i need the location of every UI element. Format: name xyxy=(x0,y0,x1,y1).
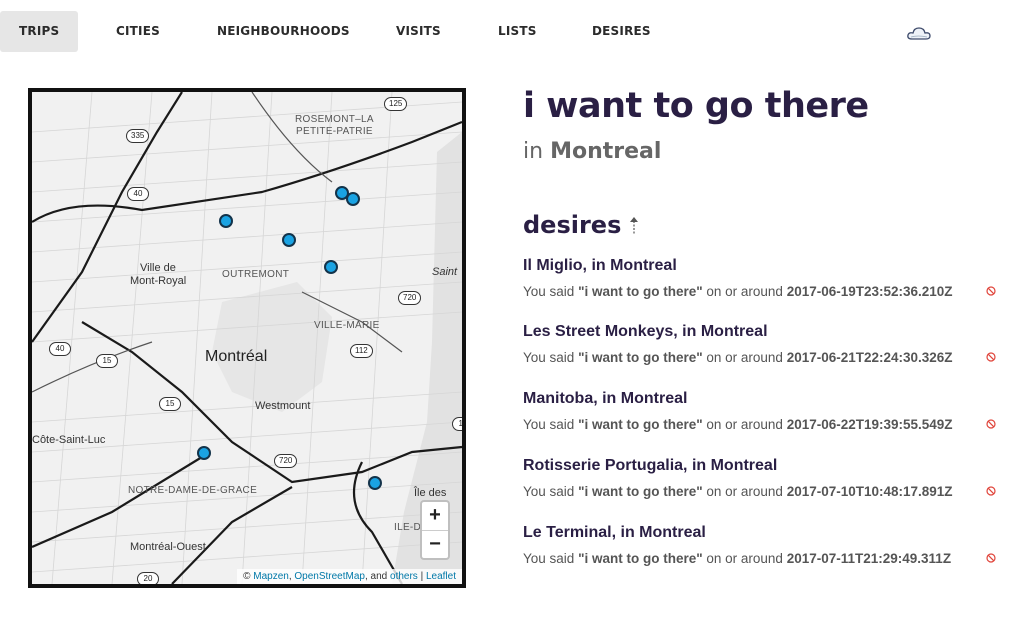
desire-date: 2017-07-10T10:48:17.891Z xyxy=(786,484,953,499)
map-marker[interactable] xyxy=(324,260,338,274)
map-label-montreal: Montréal xyxy=(205,348,268,365)
route-shield: 720 xyxy=(274,454,298,468)
desire-place-link[interactable]: Les Street Monkeys, in Montreal xyxy=(523,323,1003,341)
route-shield: 10 xyxy=(452,417,462,431)
map-label-montreal-ouest: Montréal-Ouest xyxy=(130,541,206,553)
route-shield: 125 xyxy=(384,97,408,111)
desire-around: on or around xyxy=(702,551,787,566)
zoom-in-button[interactable]: + xyxy=(422,502,448,530)
nav-neighbourhoods[interactable]: NEIGHBOURHOODS xyxy=(217,11,350,52)
desire-prefix: You said xyxy=(523,284,579,299)
route-shield: 40 xyxy=(49,342,71,356)
leaflet-link[interactable]: Leaflet xyxy=(426,571,456,582)
desire-around: on or around xyxy=(702,484,787,499)
map-label-ndg: NOTRE-DAME-DE-GRACE xyxy=(128,485,258,496)
remove-icon[interactable] xyxy=(986,486,996,496)
page-subtitle: in Montreal xyxy=(523,139,661,164)
remove-icon[interactable] xyxy=(986,352,996,362)
map-label-ile-des: Île des xyxy=(414,487,447,499)
map-marker[interactable] xyxy=(368,476,382,490)
desire-place-link[interactable]: Rotisserie Portugalia, in Montreal xyxy=(523,457,1003,475)
remove-icon[interactable] xyxy=(986,553,996,563)
desire-quote: "i want to go there" xyxy=(578,551,703,566)
top-nav: TRIPS CITIES NEIGHBOURHOODS VISITS LISTS… xyxy=(0,10,1013,52)
desire-date: 2017-07-11T21:29:49.311Z xyxy=(786,551,952,566)
copyright-symbol: © xyxy=(243,571,251,582)
page-title: i want to go there xyxy=(523,86,869,126)
desire-quote: "i want to go there" xyxy=(578,484,703,499)
map-label-saint: Saint xyxy=(432,266,458,278)
desire-quote: "i want to go there" xyxy=(578,350,703,365)
desire-prefix: You said xyxy=(523,484,579,499)
zoom-out-button[interactable]: − xyxy=(422,530,448,558)
desire-item: Rotisserie Portugalia, in Montreal You s… xyxy=(523,457,1003,499)
openstreetmap-link[interactable]: OpenStreetMap xyxy=(294,571,365,582)
map-label-ville-de: Ville de xyxy=(140,262,176,274)
route-shield: 15 xyxy=(159,397,181,411)
route-shield: 40 xyxy=(127,187,149,201)
cloud-icon[interactable] xyxy=(906,24,932,42)
desire-meta: You said "i want to go there" on or arou… xyxy=(523,350,1003,365)
route-shield: 112 xyxy=(350,344,373,358)
map-label-outremont: OUTREMONT xyxy=(222,269,290,280)
remove-icon[interactable] xyxy=(986,286,996,296)
desire-place-link[interactable]: Le Terminal, in Montreal xyxy=(523,524,1003,542)
desire-date: 2017-06-22T19:39:55.549Z xyxy=(786,417,953,432)
map-label-cote-saint-luc: Côte-Saint-Luc xyxy=(32,434,106,446)
others-link[interactable]: others xyxy=(390,571,418,582)
zoom-control: + − xyxy=(420,500,450,560)
map-label-ville-marie: VILLE-MARIE xyxy=(314,320,380,331)
attribution-sep: , and xyxy=(364,571,391,582)
arrow-up-icon[interactable] xyxy=(628,215,640,237)
subtitle-prefix: in xyxy=(523,139,551,164)
desire-quote: "i want to go there" xyxy=(578,417,703,432)
nav-visits[interactable]: VISITS xyxy=(396,11,441,52)
desires-heading: desires xyxy=(523,211,622,239)
desire-around: on or around xyxy=(702,284,787,299)
desire-place-link[interactable]: Il Miglio, in Montreal xyxy=(523,257,1003,275)
desire-date: 2017-06-21T22:24:30.326Z xyxy=(786,350,953,365)
map-marker[interactable] xyxy=(219,214,233,228)
desire-item: Manitoba, in Montreal You said "i want t… xyxy=(523,390,1003,432)
desire-quote: "i want to go there" xyxy=(578,284,703,299)
subtitle-city[interactable]: Montreal xyxy=(550,139,661,164)
desire-around: on or around xyxy=(702,417,787,432)
nav-desires[interactable]: DESIRES xyxy=(592,11,651,52)
desire-prefix: You said xyxy=(523,417,579,432)
route-shield: 720 xyxy=(398,291,422,305)
map-label-westmount: Westmount xyxy=(255,400,311,412)
map-marker[interactable] xyxy=(346,192,360,206)
desire-item: Les Street Monkeys, in Montreal You said… xyxy=(523,323,1003,365)
desire-meta: You said "i want to go there" on or arou… xyxy=(523,417,1003,432)
map-tiles[interactable] xyxy=(32,92,462,584)
desire-meta: You said "i want to go there" on or arou… xyxy=(523,484,1003,499)
nav-trips[interactable]: TRIPS xyxy=(0,11,78,52)
map-attribution: © Mapzen, OpenStreetMap, and others | Le… xyxy=(237,569,462,584)
desire-meta: You said "i want to go there" on or arou… xyxy=(523,551,1003,566)
desire-place-link[interactable]: Manitoba, in Montreal xyxy=(523,390,1003,408)
map-label-petite-patrie: PETITE-PATRIE xyxy=(296,126,373,137)
remove-icon[interactable] xyxy=(986,419,996,429)
mapzen-link[interactable]: Mapzen xyxy=(253,571,289,582)
desire-around: on or around xyxy=(702,350,787,365)
desire-date: 2017-06-19T23:52:36.210Z xyxy=(786,284,953,299)
desire-prefix: You said xyxy=(523,551,579,566)
map-label-mont-royal: Mont-Royal xyxy=(130,275,187,287)
route-shield: 335 xyxy=(126,129,150,143)
desire-item: Le Terminal, in Montreal You said "i wan… xyxy=(523,524,1003,566)
desire-prefix: You said xyxy=(523,350,579,365)
nav-cities[interactable]: CITIES xyxy=(116,11,160,52)
desire-meta: You said "i want to go there" on or arou… xyxy=(523,284,1003,299)
route-shield: 20 xyxy=(137,572,159,584)
map-marker[interactable] xyxy=(197,446,211,460)
nav-lists[interactable]: LISTS xyxy=(498,11,537,52)
map-marker[interactable] xyxy=(282,233,296,247)
desire-item: Il Miglio, in Montreal You said "i want … xyxy=(523,257,1003,299)
map-label-rosemont: ROSEMONT–LA xyxy=(295,114,374,125)
attribution-sep: | xyxy=(417,571,426,582)
map[interactable]: ROSEMONT–LA PETITE-PATRIE Ville de Mont-… xyxy=(28,88,466,588)
route-shield: 15 xyxy=(96,354,118,368)
